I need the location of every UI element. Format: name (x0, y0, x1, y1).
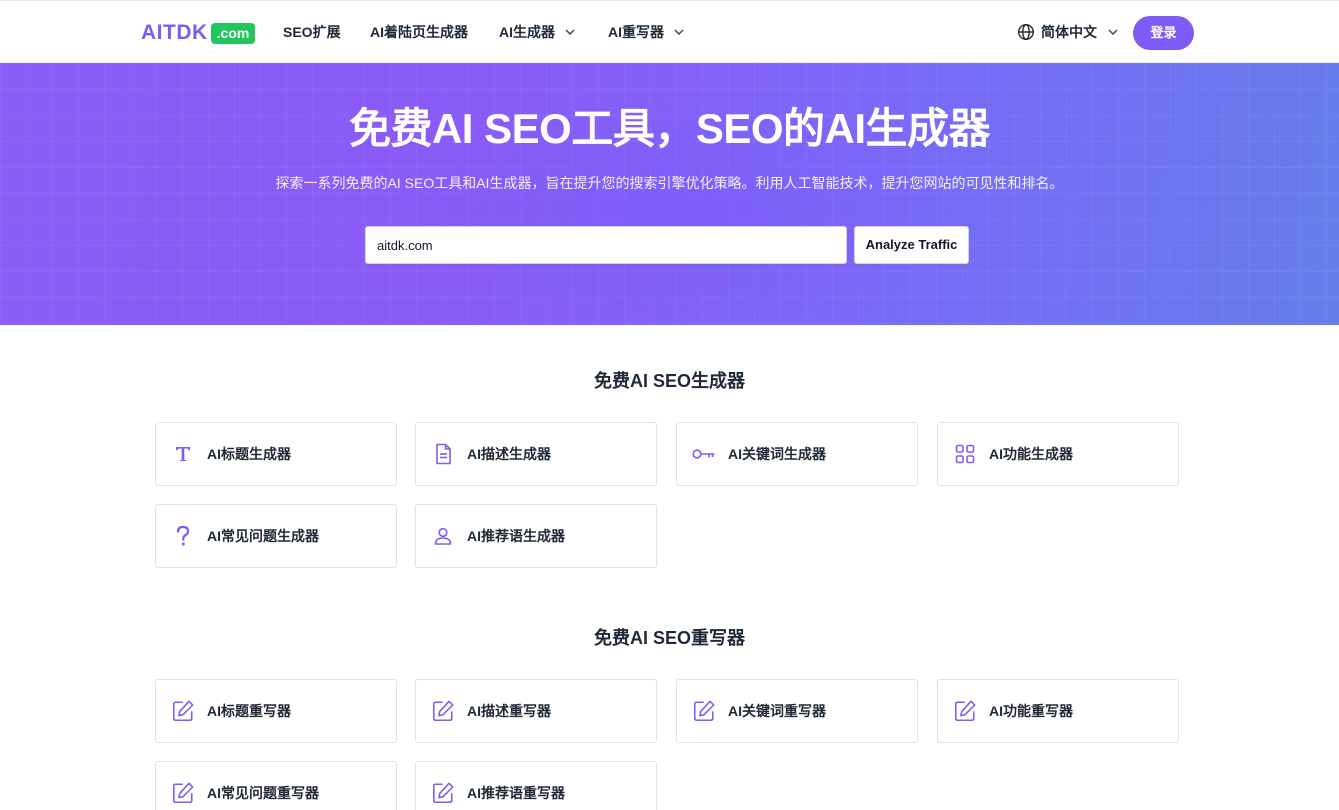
nav-ai-generators[interactable]: AI生成器 (499, 1, 575, 63)
grid-icon (953, 442, 977, 466)
card-label: AI常见问题重写器 (207, 785, 319, 801)
chevron-down-icon (1108, 29, 1118, 35)
card-feature-rewriter[interactable]: AI功能重写器 (937, 679, 1179, 743)
card-label: AI描述重写器 (467, 703, 551, 719)
card-label: AI常见问题生成器 (207, 528, 319, 544)
rewriters-section-title: 免费AI SEO重写器 (593, 628, 745, 648)
chevron-down-icon (565, 29, 575, 35)
logo-text: AITDK (141, 21, 208, 44)
edit-icon (431, 699, 455, 723)
edit-icon (692, 699, 716, 723)
nav-landing-page-generator[interactable]: AI着陆页生成器 (370, 1, 468, 63)
card-label: AI功能重写器 (989, 703, 1073, 719)
card-label: AI关键词重写器 (728, 703, 826, 719)
edit-icon (171, 699, 195, 723)
card-keyword-generator[interactable]: AI关键词生成器 (676, 422, 918, 486)
question-icon (171, 524, 195, 548)
generators-section-title: 免费AI SEO生成器 (593, 371, 745, 391)
edit-icon (953, 699, 977, 723)
card-label: AI推荐语重写器 (467, 785, 565, 801)
chevron-down-icon (674, 29, 684, 35)
hero-title: 免费AI SEO工具，SEO的AI生成器 (348, 105, 991, 152)
nav-ai-rewriters[interactable]: AI重写器 (608, 1, 684, 63)
logo-badge: .com (210, 22, 256, 44)
nav-label: AI重写器 (608, 24, 664, 40)
card-title-rewriter[interactable]: AI标题重写器 (155, 679, 397, 743)
card-testimonial-generator[interactable]: AI推荐语生成器 (415, 504, 657, 568)
card-label: AI推荐语生成器 (467, 528, 565, 544)
card-testimonial-rewriter[interactable]: AI推荐语重写器 (415, 761, 657, 810)
nav-label: SEO扩展 (283, 24, 341, 40)
card-label: AI标题生成器 (207, 446, 291, 462)
edit-icon (171, 781, 195, 805)
card-faq-generator[interactable]: AI常见问题生成器 (155, 504, 397, 568)
analyze-traffic-button[interactable]: Analyze Traffic (854, 226, 969, 264)
site-header: AITDK .com SEO扩展 AI着陆页生成器 AI生成器 AI重写器 简体… (0, 1, 1339, 63)
key-icon (692, 442, 716, 466)
text-icon (171, 442, 195, 466)
card-keyword-rewriter[interactable]: AI关键词重写器 (676, 679, 918, 743)
card-description-rewriter[interactable]: AI描述重写器 (415, 679, 657, 743)
nav-label: AI生成器 (499, 24, 555, 40)
nav-label: AI着陆页生成器 (370, 24, 468, 40)
language-label: 简体中文 (1041, 24, 1097, 40)
edit-icon (431, 781, 455, 805)
card-label: AI标题重写器 (207, 703, 291, 719)
globe-icon (1017, 23, 1035, 41)
document-icon (431, 442, 455, 466)
card-title-generator[interactable]: AI标题生成器 (155, 422, 397, 486)
login-button[interactable]: 登录 (1133, 16, 1194, 50)
card-label: AI关键词生成器 (728, 446, 826, 462)
card-faq-rewriter[interactable]: AI常见问题重写器 (155, 761, 397, 810)
card-feature-generator[interactable]: AI功能生成器 (937, 422, 1179, 486)
card-description-generator[interactable]: AI描述生成器 (415, 422, 657, 486)
user-icon (431, 524, 455, 548)
logo[interactable]: AITDK .com (141, 21, 256, 45)
hero-subtitle: 探索一系列免费的AI SEO工具和AI生成器，旨在提升您的搜索引擎优化策略。利用… (275, 175, 1064, 191)
nav-seo-extension[interactable]: SEO扩展 (283, 1, 341, 63)
card-label: AI描述生成器 (467, 446, 551, 462)
card-label: AI功能生成器 (989, 446, 1073, 462)
hero-banner: 免费AI SEO工具，SEO的AI生成器 探索一系列免费的AI SEO工具和AI… (0, 63, 1339, 325)
domain-input[interactable] (365, 226, 847, 264)
language-selector[interactable]: 简体中文 (1017, 1, 1118, 63)
